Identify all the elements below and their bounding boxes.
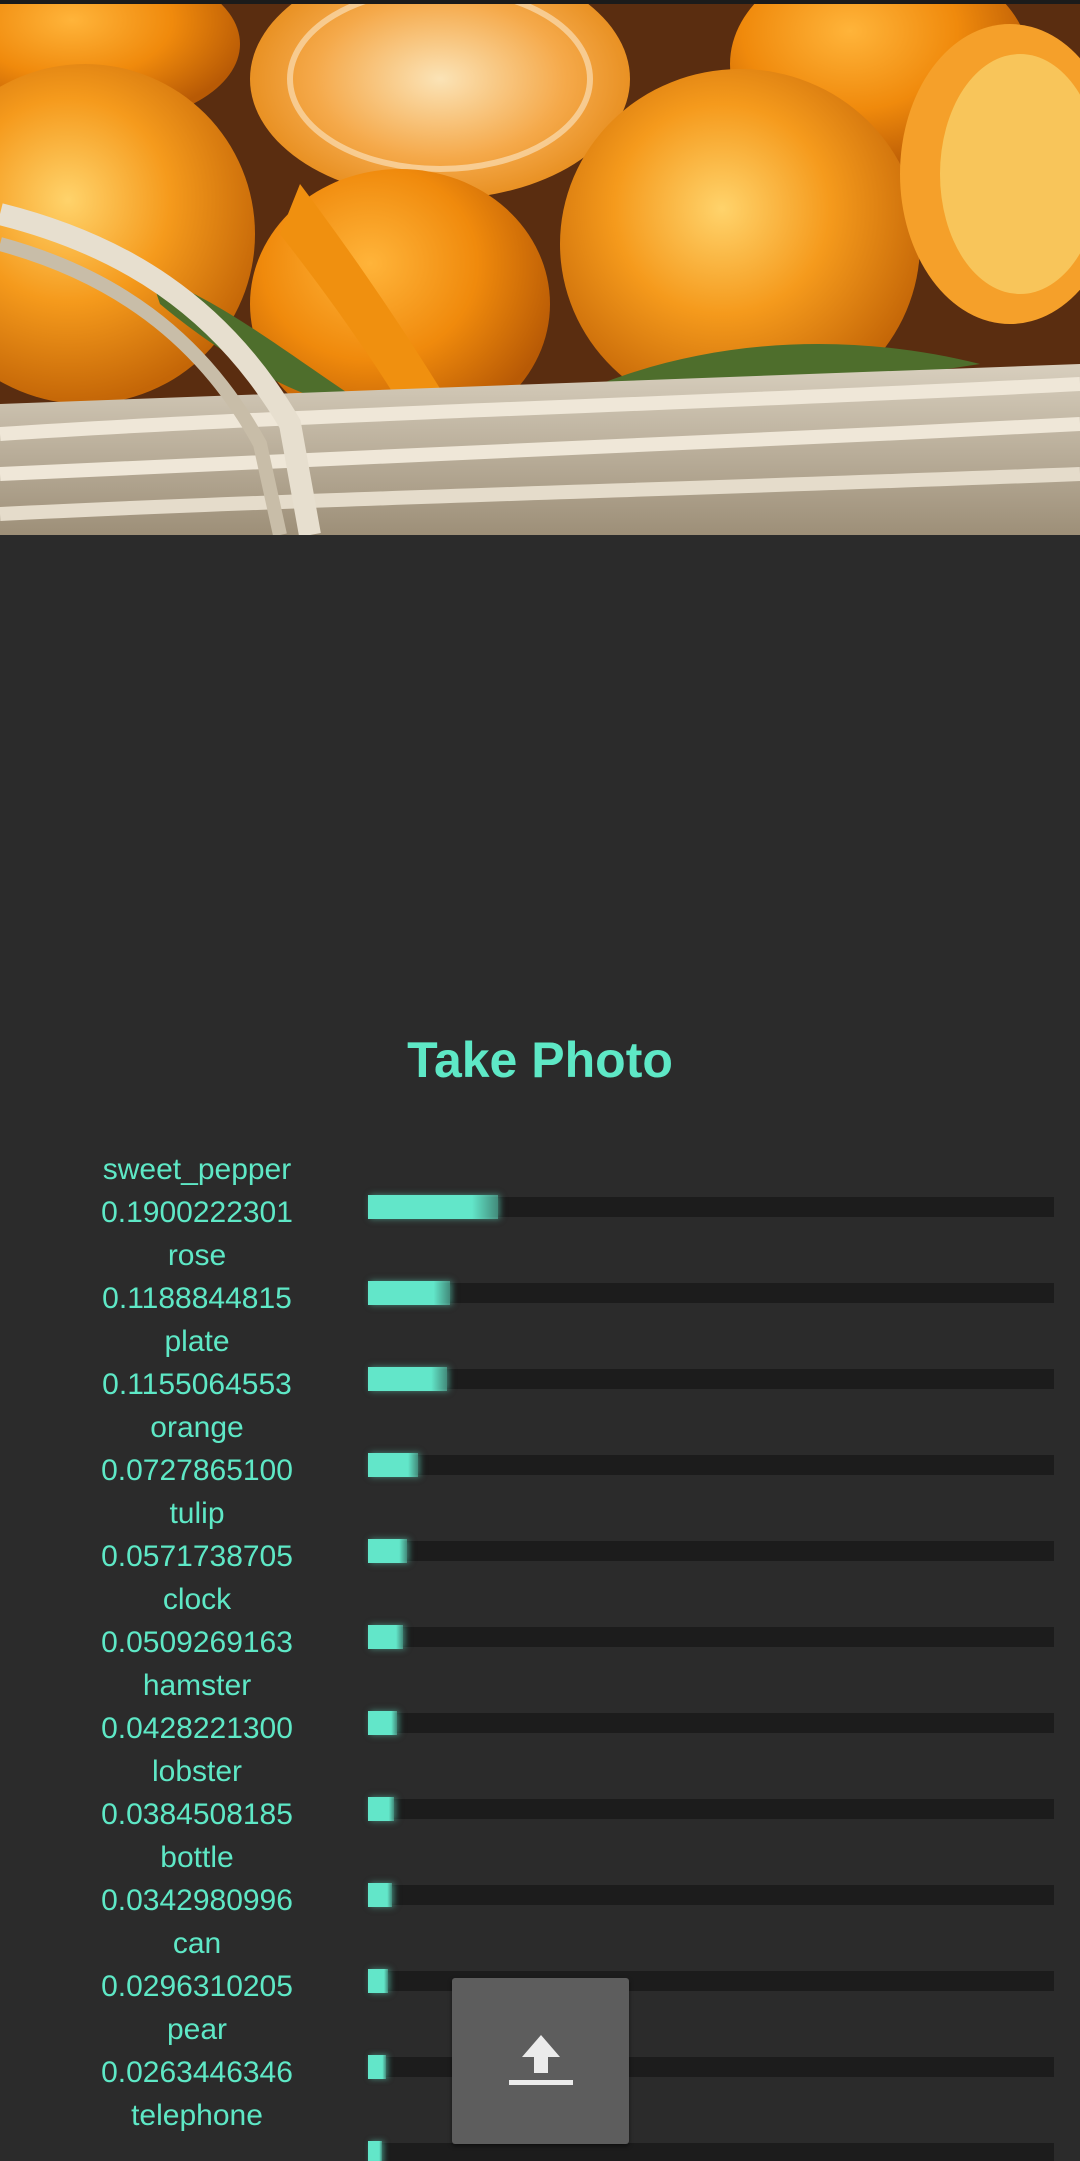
prediction-class-name: telephone [131,2099,263,2132]
prediction-score: 0.0428221300 [101,1712,293,1745]
confidence-bar-track [368,1711,1054,1735]
prediction-label: telephone [56,2094,338,2137]
take-photo-button[interactable]: Take Photo [0,1027,1080,1093]
prediction-score: 0.1188844815 [102,1282,292,1315]
prediction-class-name: can [172,1927,222,1960]
upload-icon [508,2035,573,2085]
confidence-bar-fill [368,1195,498,1219]
confidence-bar-track [368,1195,1054,1219]
prediction-score: 0.0571738705 [101,1540,293,1573]
confidence-bar-track [368,1367,1054,1391]
confidence-bar-track [368,1281,1054,1305]
confidence-bar-fill [368,1969,388,1993]
confidence-bar-track [368,1797,1054,1821]
prediction-score: 0.0342980996 [101,1884,293,1917]
prediction-label: plate 0.1155064553 [56,1320,338,1406]
prediction-label: hamster 0.0428221300 [56,1664,338,1750]
prediction-label: rose 0.1188844815 [56,1234,338,1320]
confidence-bar-track [368,1539,1054,1563]
prediction-label: pear 0.0263446346 [56,2008,338,2094]
prediction-label: tulip 0.0571738705 [56,1492,338,1578]
prediction-score: 0.0384508185 [101,1798,293,1831]
prediction-score: 0.0263446346 [101,2056,293,2089]
captured-photo [0,4,1080,535]
prediction-score: 0.1900222301 [101,1196,293,1229]
prediction-class-name: clock [162,1583,232,1616]
confidence-bar-fill [368,1453,418,1477]
confidence-bar-fill [368,1539,407,1563]
prediction-class-name: bottle [160,1841,234,1874]
prediction-label: lobster 0.0384508185 [56,1750,338,1836]
prediction-score: 0.0296310205 [101,1970,293,2003]
prediction-class-name: tulip [169,1497,225,1530]
prediction-class-name: rose [167,1239,227,1272]
prediction-class-name: hamster [142,1669,252,1702]
prediction-label: can 0.0296310205 [56,1922,338,2008]
confidence-bar-fill [368,1883,392,1907]
confidence-bar-fill [368,1797,394,1821]
confidence-bar-track [368,1883,1054,1907]
confidence-bar-fill [368,1711,397,1735]
screen: Take Photo sweet_pepper 0.1900222301 rose 0… [0,0,1080,2161]
confidence-bar-fill [368,1625,403,1649]
prediction-class-name: lobster [151,1755,243,1788]
confidence-bar-fill [368,2141,382,2161]
prediction-score: 0.1155064553 [102,1368,292,1401]
prediction-label: bottle 0.0342980996 [56,1836,338,1922]
prediction-score: 0.0509269163 [101,1626,293,1659]
upload-button[interactable] [452,1978,629,2144]
confidence-bar-fill [368,1281,450,1305]
prediction-class-name: pear [166,2013,228,2046]
prediction-class-name: orange [150,1411,244,1444]
confidence-bar-track [368,2141,1054,2161]
confidence-bar-track [368,1625,1054,1649]
confidence-bar-fill [368,2055,386,2079]
oranges-photo-image [0,4,1080,535]
prediction-label: clock 0.0509269163 [56,1578,338,1664]
prediction-class-name: plate [164,1325,230,1358]
confidence-bar-track [368,1453,1054,1477]
prediction-label: sweet_pepper 0.1900222301 [56,1148,338,1234]
confidence-bar-fill [368,1367,447,1391]
prediction-score: 0.0727865100 [101,1454,293,1487]
prediction-class-name: sweet_pepper [102,1153,292,1186]
prediction-label: orange 0.0727865100 [56,1406,338,1492]
